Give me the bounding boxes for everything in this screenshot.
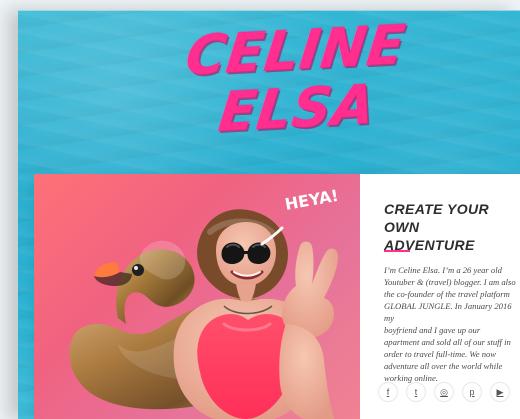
pinterest-glyph: p: [469, 386, 475, 397]
twitter-icon[interactable]: t: [406, 382, 426, 402]
facebook-glyph: f: [386, 386, 390, 397]
logo-line-2: ELSA: [215, 72, 380, 145]
intro-headline: CREATE YOUR OWN ADVENTURE: [384, 201, 490, 253]
screenshot-frame: CELINE ELSA HEYA! CREATE YOUR OWN ADVENT…: [0, 0, 520, 419]
youtube-icon[interactable]: ▶: [490, 382, 510, 402]
site-logo[interactable]: CELINE ELSA: [182, 12, 410, 150]
twitter-glyph: t: [414, 386, 418, 397]
hero-photo-illustration: HEYA!: [34, 174, 360, 419]
youtube-glyph: ▶: [496, 386, 504, 397]
hero-photo: HEYA!: [34, 174, 360, 419]
headline-accent-line: [384, 250, 410, 252]
facebook-icon[interactable]: f: [378, 382, 398, 402]
intro-text-panel: CREATE YOUR OWN ADVENTURE I’m Celine Els…: [360, 174, 520, 419]
instagram-icon[interactable]: ◎: [434, 382, 454, 402]
top-edge: [18, 10, 520, 11]
instagram-glyph: ◎: [440, 386, 448, 397]
social-links: f t ◎ p ▶: [378, 380, 520, 404]
pinterest-icon[interactable]: p: [462, 382, 482, 402]
intro-bio: I’m Celine Elsa. I’m a 26 year old Youtu…: [384, 265, 516, 383]
intro-card: HEYA! CREATE YOUR OWN ADVENTURE I’m Celi…: [34, 174, 520, 419]
